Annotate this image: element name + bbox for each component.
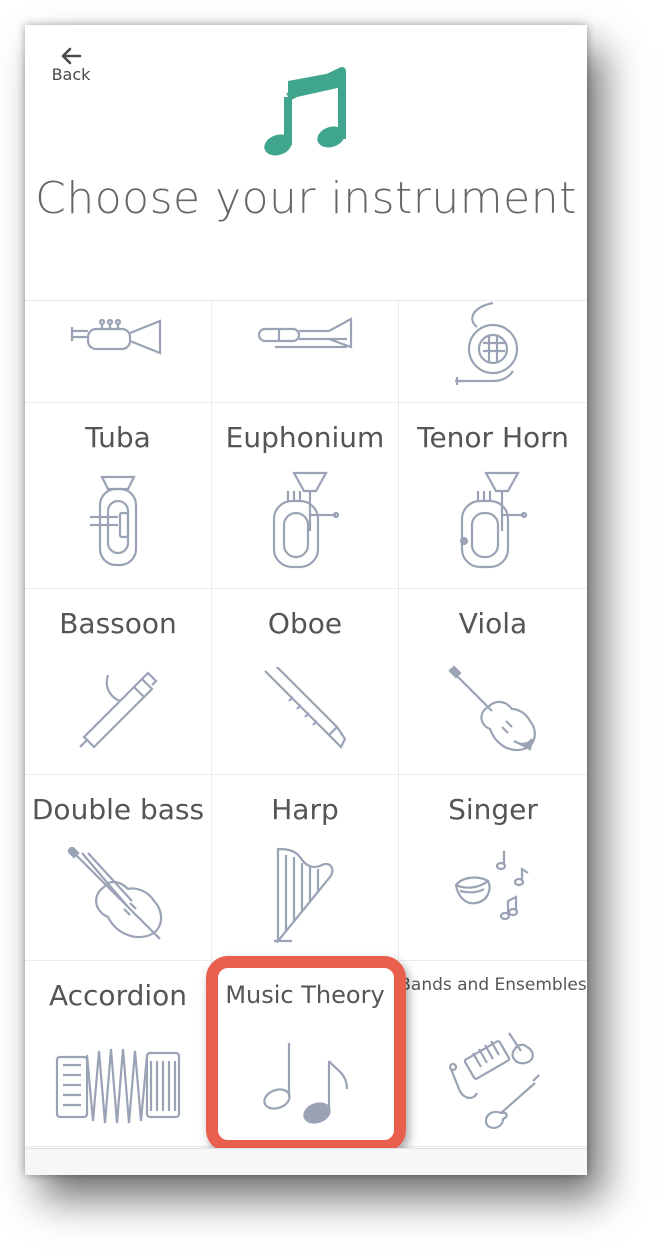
instrument-label: Tuba: [85, 421, 151, 454]
instrument-tile-harp[interactable]: Harp: [212, 775, 399, 961]
grid-row: Bassoon Oboe Viola: [25, 589, 587, 775]
trombone-icon: [257, 317, 353, 349]
instrument-tile-french-horn[interactable]: [399, 301, 587, 403]
instrument-tile-singer[interactable]: Singer: [399, 775, 587, 961]
instrument-tile-bands-and-ensembles[interactable]: Bands and Ensembles: [399, 961, 587, 1147]
grid-row: [25, 301, 587, 403]
header: Back Choose your instrument: [25, 25, 587, 300]
instrument-label: Euphonium: [225, 421, 385, 454]
music-note-logo-icon: [264, 67, 346, 156]
back-button[interactable]: Back: [49, 47, 93, 85]
double-bass-icon: [68, 847, 163, 940]
instrument-label: Bassoon: [59, 607, 177, 640]
instrument-tile-tenor-horn[interactable]: Tenor Horn: [399, 403, 587, 589]
instrument-tile-tuba[interactable]: Tuba: [25, 403, 212, 589]
euphonium-icon: [272, 471, 340, 569]
oboe-icon: [264, 667, 347, 749]
bassoon-icon: [79, 671, 158, 749]
instrument-tile-viola[interactable]: Viola: [399, 589, 587, 775]
grid-row: Accordion Music Theory Bands and Ensembl…: [25, 961, 587, 1147]
grid-row: Double bass Harp Singer: [25, 775, 587, 961]
instrument-label: Singer: [448, 793, 538, 826]
tuba-icon: [90, 475, 138, 567]
instrument-label: Music Theory: [225, 981, 385, 1009]
instrument-tile-accordion[interactable]: Accordion: [25, 961, 212, 1147]
ensemble-icon: [448, 1032, 540, 1129]
instrument-tile-euphonium[interactable]: Euphonium: [212, 403, 399, 589]
instrument-tile-oboe[interactable]: Oboe: [212, 589, 399, 775]
tenor-horn-icon: [459, 471, 528, 569]
instrument-grid: Tuba Euphonium Tenor Horn Bassoon Oboe V…: [25, 300, 587, 1175]
instrument-tile-trumpet[interactable]: [25, 301, 212, 403]
french-horn-icon: [455, 301, 519, 385]
bottom-strip: [25, 1148, 587, 1175]
instrument-tile-trombone[interactable]: [212, 301, 399, 403]
instrument-tile-double-bass[interactable]: Double bass: [25, 775, 212, 961]
instrument-label: Tenor Horn: [417, 421, 569, 454]
trumpet-icon: [70, 318, 162, 355]
back-label: Back: [51, 65, 91, 84]
harp-icon: [274, 847, 334, 943]
instrument-tile-music-theory[interactable]: Music Theory: [212, 961, 399, 1147]
phone-screen: Back Choose your instrument Tuba Euphoni…: [25, 25, 587, 1175]
grid-row: Tuba Euphonium Tenor Horn: [25, 403, 587, 589]
instrument-label: Double bass: [31, 793, 205, 826]
singer-icon: [454, 851, 529, 921]
arrow-left-icon: [61, 47, 82, 65]
instrument-label: Bands and Ensembles: [399, 975, 587, 995]
music-notes-icon: [263, 1043, 349, 1124]
instrument-label: Oboe: [267, 607, 343, 640]
instrument-label: Accordion: [48, 979, 188, 1012]
instrument-label: Harp: [271, 793, 339, 826]
viola-icon: [448, 665, 536, 752]
instrument-tile-bassoon[interactable]: Bassoon: [25, 589, 212, 775]
accordion-icon: [55, 1048, 181, 1124]
instrument-label: Viola: [458, 607, 528, 640]
page-title: Choose your instrument: [35, 173, 577, 224]
